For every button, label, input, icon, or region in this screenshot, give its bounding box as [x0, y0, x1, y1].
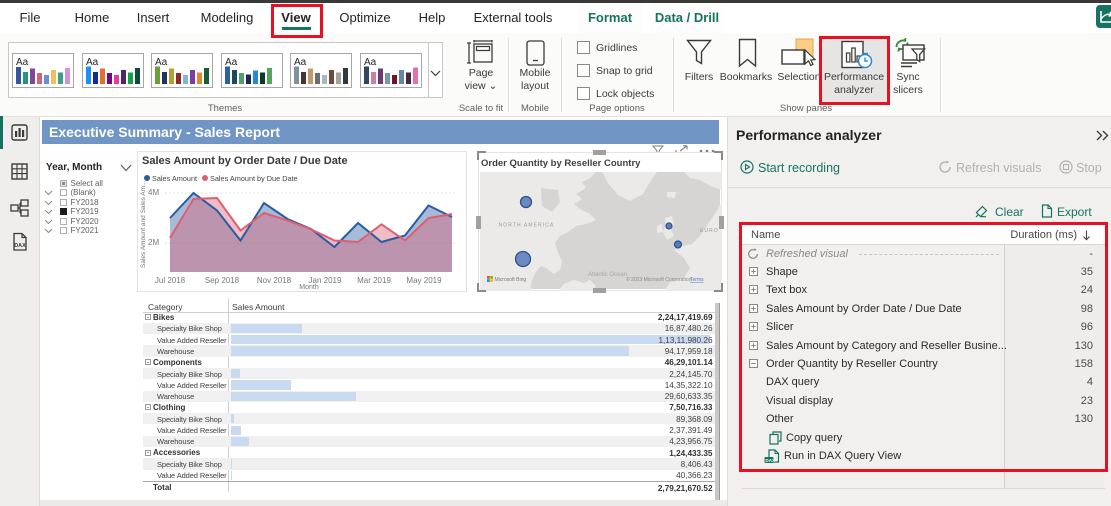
svg-text:Aa: Aa: [155, 57, 168, 68]
svg-text:Aa: Aa: [364, 57, 377, 68]
svg-text:Aa: Aa: [294, 57, 307, 68]
svg-text:Aa: Aa: [16, 57, 29, 68]
svg-text:Aa: Aa: [86, 57, 99, 68]
svg-text:Aa: Aa: [225, 57, 238, 68]
svg-text:DAX: DAX: [14, 243, 26, 249]
